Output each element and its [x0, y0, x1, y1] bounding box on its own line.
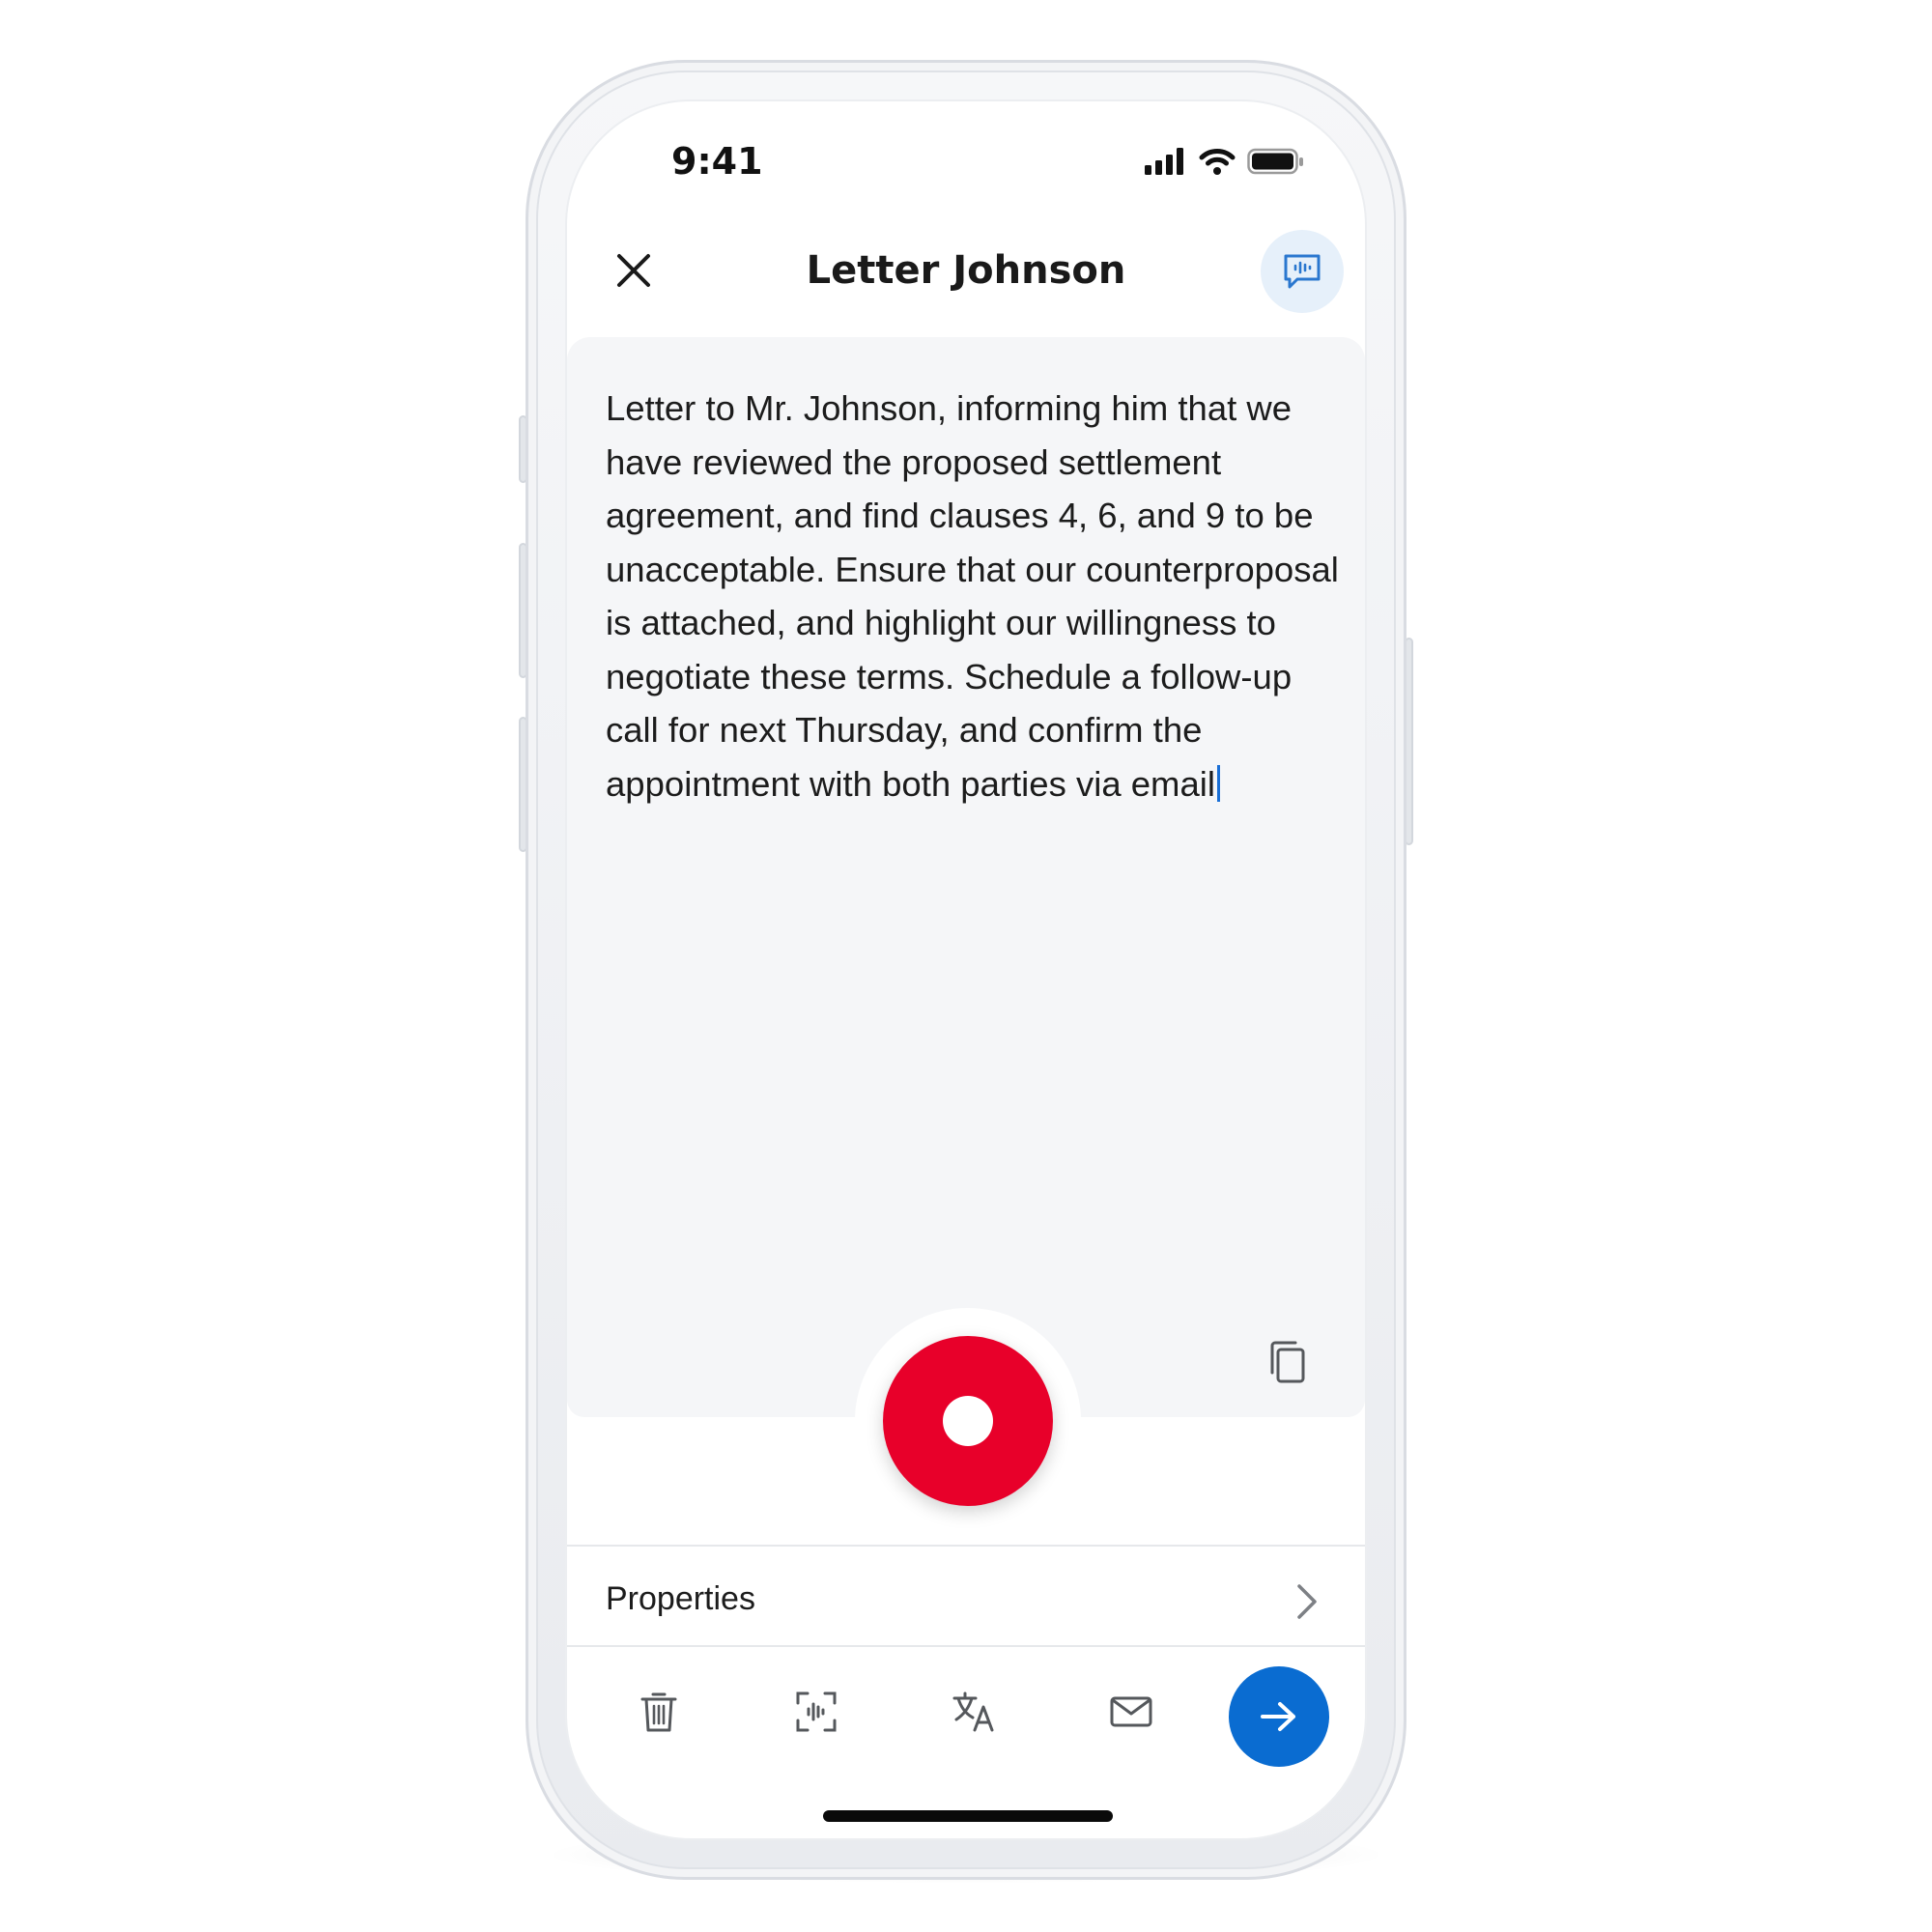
- translate-button[interactable]: [940, 1678, 1008, 1746]
- bottom-toolbar: [567, 1657, 1365, 1773]
- send-button[interactable]: [1229, 1666, 1329, 1767]
- phone-screen: 9:41 Letter Johnson Letter to Mr. Johnso…: [565, 99, 1367, 1840]
- speech-bubble-button[interactable]: [1261, 230, 1344, 313]
- dictation-text-area[interactable]: Letter to Mr. Johnson, informing him tha…: [606, 382, 1340, 810]
- copy-icon: [1270, 1341, 1305, 1383]
- trash-icon: [640, 1692, 677, 1732]
- voice-scan-icon: [796, 1691, 837, 1732]
- arrow-right-icon: [1261, 1702, 1295, 1731]
- home-indicator: [823, 1810, 1113, 1822]
- delete-button[interactable]: [625, 1678, 693, 1746]
- speech-bubble-icon: [1284, 254, 1321, 289]
- translate-icon: [952, 1691, 994, 1732]
- page-title: Letter Johnson: [806, 248, 1126, 293]
- wifi-icon: [1199, 149, 1236, 175]
- dictation-card: Letter to Mr. Johnson, informing him tha…: [567, 337, 1365, 1417]
- dictation-text: Letter to Mr. Johnson, informing him tha…: [606, 388, 1339, 804]
- chevron-right-icon: [1297, 1584, 1317, 1619]
- copy-button[interactable]: [1266, 1338, 1309, 1386]
- battery-icon: [1247, 148, 1303, 175]
- properties-label: Properties: [606, 1580, 755, 1617]
- properties-row[interactable]: Properties: [567, 1555, 1365, 1652]
- email-button[interactable]: [1097, 1678, 1165, 1746]
- record-icon: [943, 1396, 993, 1446]
- mail-icon: [1110, 1696, 1152, 1727]
- voice-scan-button[interactable]: [782, 1678, 850, 1746]
- status-time: 9:41: [671, 140, 763, 183]
- divider: [567, 1645, 1365, 1647]
- status-icons: [1145, 148, 1305, 175]
- record-button[interactable]: [883, 1336, 1053, 1506]
- signal-icon: [1145, 148, 1183, 175]
- divider: [567, 1545, 1365, 1547]
- text-cursor: [1216, 764, 1220, 802]
